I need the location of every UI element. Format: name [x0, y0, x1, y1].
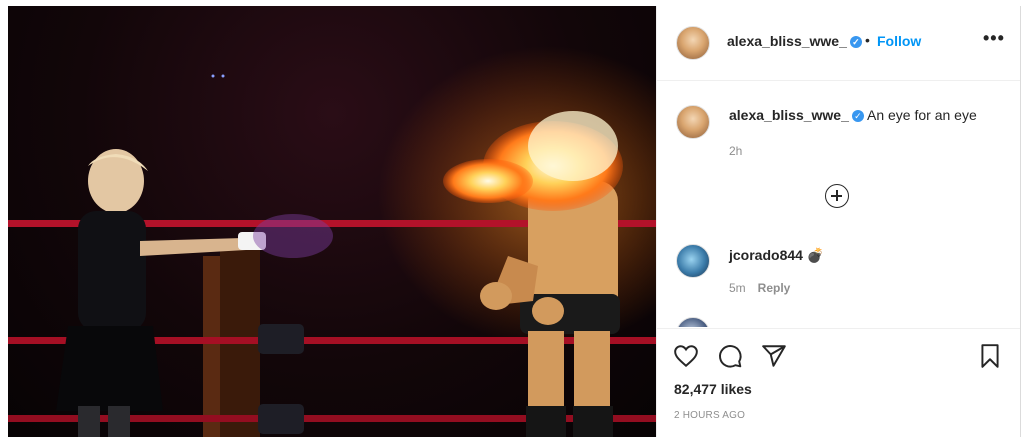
caption-text: An eye for an eye [867, 107, 977, 123]
comment-meta: 5m Reply [729, 281, 790, 295]
post-image [8, 46, 656, 437]
author-avatar[interactable] [676, 26, 710, 60]
post-panel: alexa_bliss_wwe_ ✓ • Follow ••• alexa_bli… [656, 6, 1021, 437]
follow-button[interactable]: Follow [877, 33, 921, 49]
post-header: alexa_bliss_wwe_ ✓ • Follow ••• [657, 6, 1020, 81]
comments-section: alexa_bliss_wwe_ ✓ An eye for an eye 2h j… [657, 81, 1020, 327]
add-comment-circle-icon[interactable] [825, 184, 849, 208]
comment-time[interactable]: 5m [729, 281, 746, 295]
verified-badge-icon: ✓ [849, 36, 862, 49]
caption-time[interactable]: 2h [729, 144, 742, 158]
author-username-text[interactable]: alexa_bliss_wwe_ [727, 33, 847, 49]
header-separator: • [865, 32, 870, 48]
post-timestamp[interactable]: 2 HOURS AGO [674, 410, 745, 421]
likes-count[interactable]: 82,477 likes [674, 381, 752, 397]
comment: jcorado844 💣 [729, 247, 824, 264]
comment-text: 💣 [806, 247, 825, 263]
post-photo[interactable] [8, 6, 656, 437]
caption-avatar[interactable] [676, 105, 710, 139]
action-bar: 82,477 likes 2 HOURS AGO [657, 328, 1020, 438]
comment-username[interactable]: jcorado844 [729, 247, 803, 263]
caption-verified-badge-icon: ✓ [851, 110, 864, 123]
reply-button[interactable]: Reply [758, 281, 791, 295]
comment-icon[interactable] [717, 343, 743, 369]
caption-username[interactable]: alexa_bliss_wwe_ [729, 107, 849, 123]
more-options-icon[interactable]: ••• [983, 28, 1005, 49]
heart-icon[interactable] [673, 343, 699, 369]
comment-avatar-partial[interactable] [676, 317, 710, 327]
share-icon[interactable] [761, 343, 787, 369]
comment-avatar[interactable] [676, 244, 710, 278]
bookmark-icon[interactable] [977, 343, 1003, 369]
author-username[interactable]: alexa_bliss_wwe_ ✓ [727, 33, 862, 49]
caption: alexa_bliss_wwe_ ✓ An eye for an eye [729, 107, 977, 123]
